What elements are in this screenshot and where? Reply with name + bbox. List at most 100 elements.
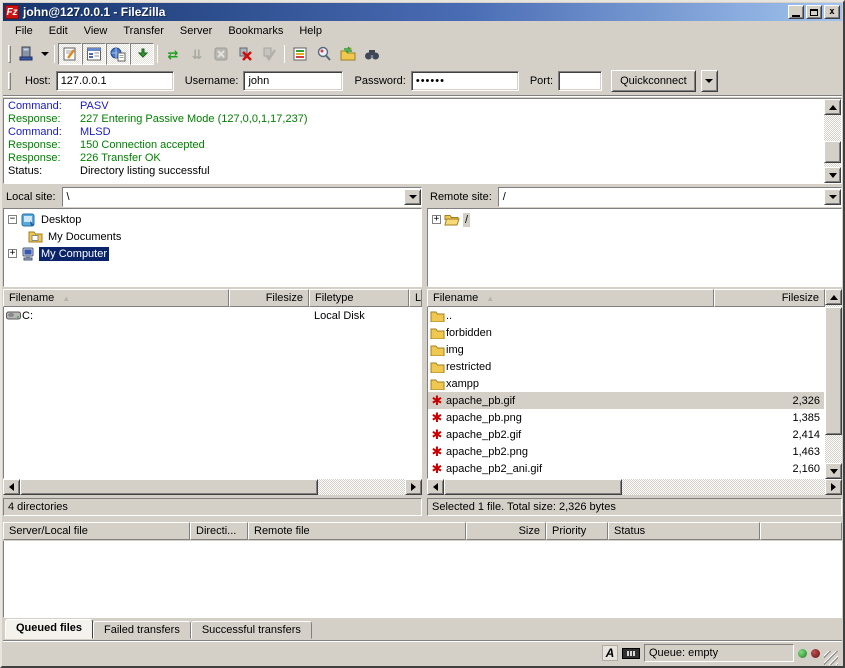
scroll-left-button[interactable]	[427, 479, 444, 495]
remote-file-row[interactable]: ✱ apache_pb2.gif 2,414	[428, 426, 824, 443]
remote-file-row[interactable]: ✱ apache_pb2.png 1,463	[428, 443, 824, 460]
remote-file-row[interactable]: forbidden	[428, 324, 824, 341]
menu-bookmarks[interactable]: Bookmarks	[220, 23, 291, 39]
resize-grip[interactable]	[824, 651, 838, 665]
toggle-remote-tree-button[interactable]	[106, 43, 130, 65]
log-vertical-scrollbar[interactable]	[824, 99, 841, 183]
menu-view[interactable]: View	[76, 23, 116, 39]
log-line-label: Response:	[8, 113, 80, 126]
tree-item-root[interactable]: + /	[432, 211, 841, 228]
port-input[interactable]	[558, 71, 602, 91]
toggle-local-tree-button[interactable]	[82, 43, 106, 65]
column-header-size[interactable]: Size	[466, 522, 546, 540]
tab-queued-files[interactable]: Queued files	[5, 619, 93, 639]
menu-file[interactable]: File	[7, 23, 41, 39]
column-header-server-local-file[interactable]: Server/Local file	[3, 522, 190, 540]
site-manager-dropdown[interactable]	[38, 43, 51, 65]
toggle-message-log-button[interactable]	[58, 43, 82, 65]
scroll-up-button[interactable]	[824, 99, 841, 115]
local-file-row[interactable]: C: Local Disk	[4, 307, 421, 324]
column-header-filename[interactable]: Filename ▲	[3, 289, 229, 307]
site-manager-button[interactable]	[14, 43, 38, 65]
column-header-lastmodified[interactable]: L	[409, 289, 422, 307]
remote-file-row[interactable]: xampp	[428, 375, 824, 392]
scrollbar-thumb[interactable]	[444, 479, 622, 495]
local-site-dropdown[interactable]	[404, 189, 421, 205]
title-bar[interactable]: Fz john@127.0.0.1 - FileZilla x	[3, 3, 842, 21]
remote-file-list[interactable]: .. forbidden img res	[427, 307, 825, 479]
remote-file-row[interactable]: ✱ apache_pb.png 1,385	[428, 409, 824, 426]
local-site-combobox[interactable]: \	[62, 187, 422, 207]
tree-item-my-computer[interactable]: + My Computer	[8, 245, 421, 262]
remote-directory-tree[interactable]: + /	[427, 208, 842, 287]
collapse-icon[interactable]: −	[8, 215, 17, 224]
scroll-down-button[interactable]	[825, 463, 842, 479]
column-header-filesize[interactable]: Filesize	[229, 289, 309, 307]
column-header-filetype[interactable]: Filetype	[309, 289, 409, 307]
column-header-direction[interactable]: Directi...	[190, 522, 248, 540]
tab-failed-transfers[interactable]: Failed transfers	[93, 621, 191, 639]
synchronized-browsing-button[interactable]	[336, 43, 360, 65]
username-input[interactable]	[243, 71, 343, 91]
quickconnect-button[interactable]: Quickconnect	[611, 70, 696, 92]
local-file-list[interactable]: C: Local Disk	[3, 307, 422, 479]
reconnect-button[interactable]	[257, 43, 281, 65]
tree-item-desktop[interactable]: − Desktop	[8, 211, 421, 228]
column-header-status[interactable]: Status	[608, 522, 760, 540]
disconnect-button[interactable]	[233, 43, 257, 65]
scroll-left-button[interactable]	[3, 479, 20, 495]
local-directory-tree[interactable]: − Desktop My Documents +	[3, 208, 422, 287]
quickconnect-dropdown[interactable]	[701, 70, 718, 92]
remote-vertical-scrollbar[interactable]	[825, 307, 842, 479]
log-line-text: Directory listing successful	[80, 165, 210, 178]
scroll-right-button[interactable]	[825, 479, 842, 495]
remote-file-row[interactable]: img	[428, 341, 824, 358]
column-header-filename[interactable]: Filename ▲	[427, 289, 714, 307]
cancel-operation-button[interactable]	[209, 43, 233, 65]
local-horizontal-scrollbar[interactable]	[3, 479, 422, 495]
scrollbar-thumb[interactable]	[825, 307, 842, 435]
column-header-remote-file[interactable]: Remote file	[248, 522, 466, 540]
host-input[interactable]	[56, 71, 174, 91]
toggle-transfer-queue-button[interactable]	[130, 43, 154, 65]
process-queue-button[interactable]: ⇊	[185, 43, 209, 65]
expand-icon[interactable]: +	[432, 215, 441, 224]
tab-successful-transfers[interactable]: Successful transfers	[191, 621, 312, 639]
scrollbar-thumb[interactable]	[20, 479, 318, 495]
password-input[interactable]	[411, 71, 519, 91]
remote-site-combobox[interactable]: /	[498, 187, 842, 207]
compare-directories-button[interactable]	[312, 43, 336, 65]
close-button[interactable]: x	[824, 5, 840, 19]
remote-file-row-selected[interactable]: ✱ apache_pb.gif 2,326	[428, 392, 824, 409]
remote-file-row[interactable]: restricted	[428, 358, 824, 375]
remote-site-dropdown[interactable]	[824, 189, 841, 205]
scroll-right-button[interactable]	[405, 479, 422, 495]
column-header-empty[interactable]	[760, 522, 842, 540]
refresh-button[interactable]: ⇄	[161, 43, 185, 65]
maximize-button[interactable]	[806, 5, 822, 19]
remote-horizontal-scrollbar[interactable]	[427, 479, 842, 495]
remote-file-row[interactable]: ..	[428, 307, 824, 324]
menu-transfer[interactable]: Transfer	[115, 23, 172, 39]
menu-help[interactable]: Help	[291, 23, 330, 39]
scroll-up-button[interactable]	[825, 289, 842, 305]
log-line-text: 227 Entering Passive Mode (127,0,0,1,17,…	[80, 113, 307, 126]
file-size: 2,414	[724, 429, 824, 441]
log-line-label: Status:	[8, 165, 80, 178]
tree-item-my-documents[interactable]: My Documents	[8, 228, 421, 245]
remote-file-row[interactable]: ✱ apache_pb2_ani.gif 2,160	[428, 460, 824, 477]
minimize-button[interactable]	[788, 5, 804, 19]
quickconnect-grip[interactable]	[8, 72, 11, 90]
menu-edit[interactable]: Edit	[41, 23, 76, 39]
filter-button[interactable]	[288, 43, 312, 65]
message-log-view[interactable]: Command:PASV Response:227 Entering Passi…	[4, 99, 824, 183]
scroll-down-button[interactable]	[824, 167, 841, 183]
expand-icon[interactable]: +	[8, 249, 17, 258]
queue-list[interactable]	[3, 541, 842, 618]
column-header-filesize[interactable]: Filesize	[714, 289, 825, 307]
find-files-button[interactable]	[360, 43, 384, 65]
scrollbar-thumb[interactable]	[824, 141, 841, 163]
column-header-priority[interactable]: Priority	[546, 522, 608, 540]
menu-server[interactable]: Server	[172, 23, 220, 39]
toolbar-grip[interactable]	[8, 45, 11, 63]
